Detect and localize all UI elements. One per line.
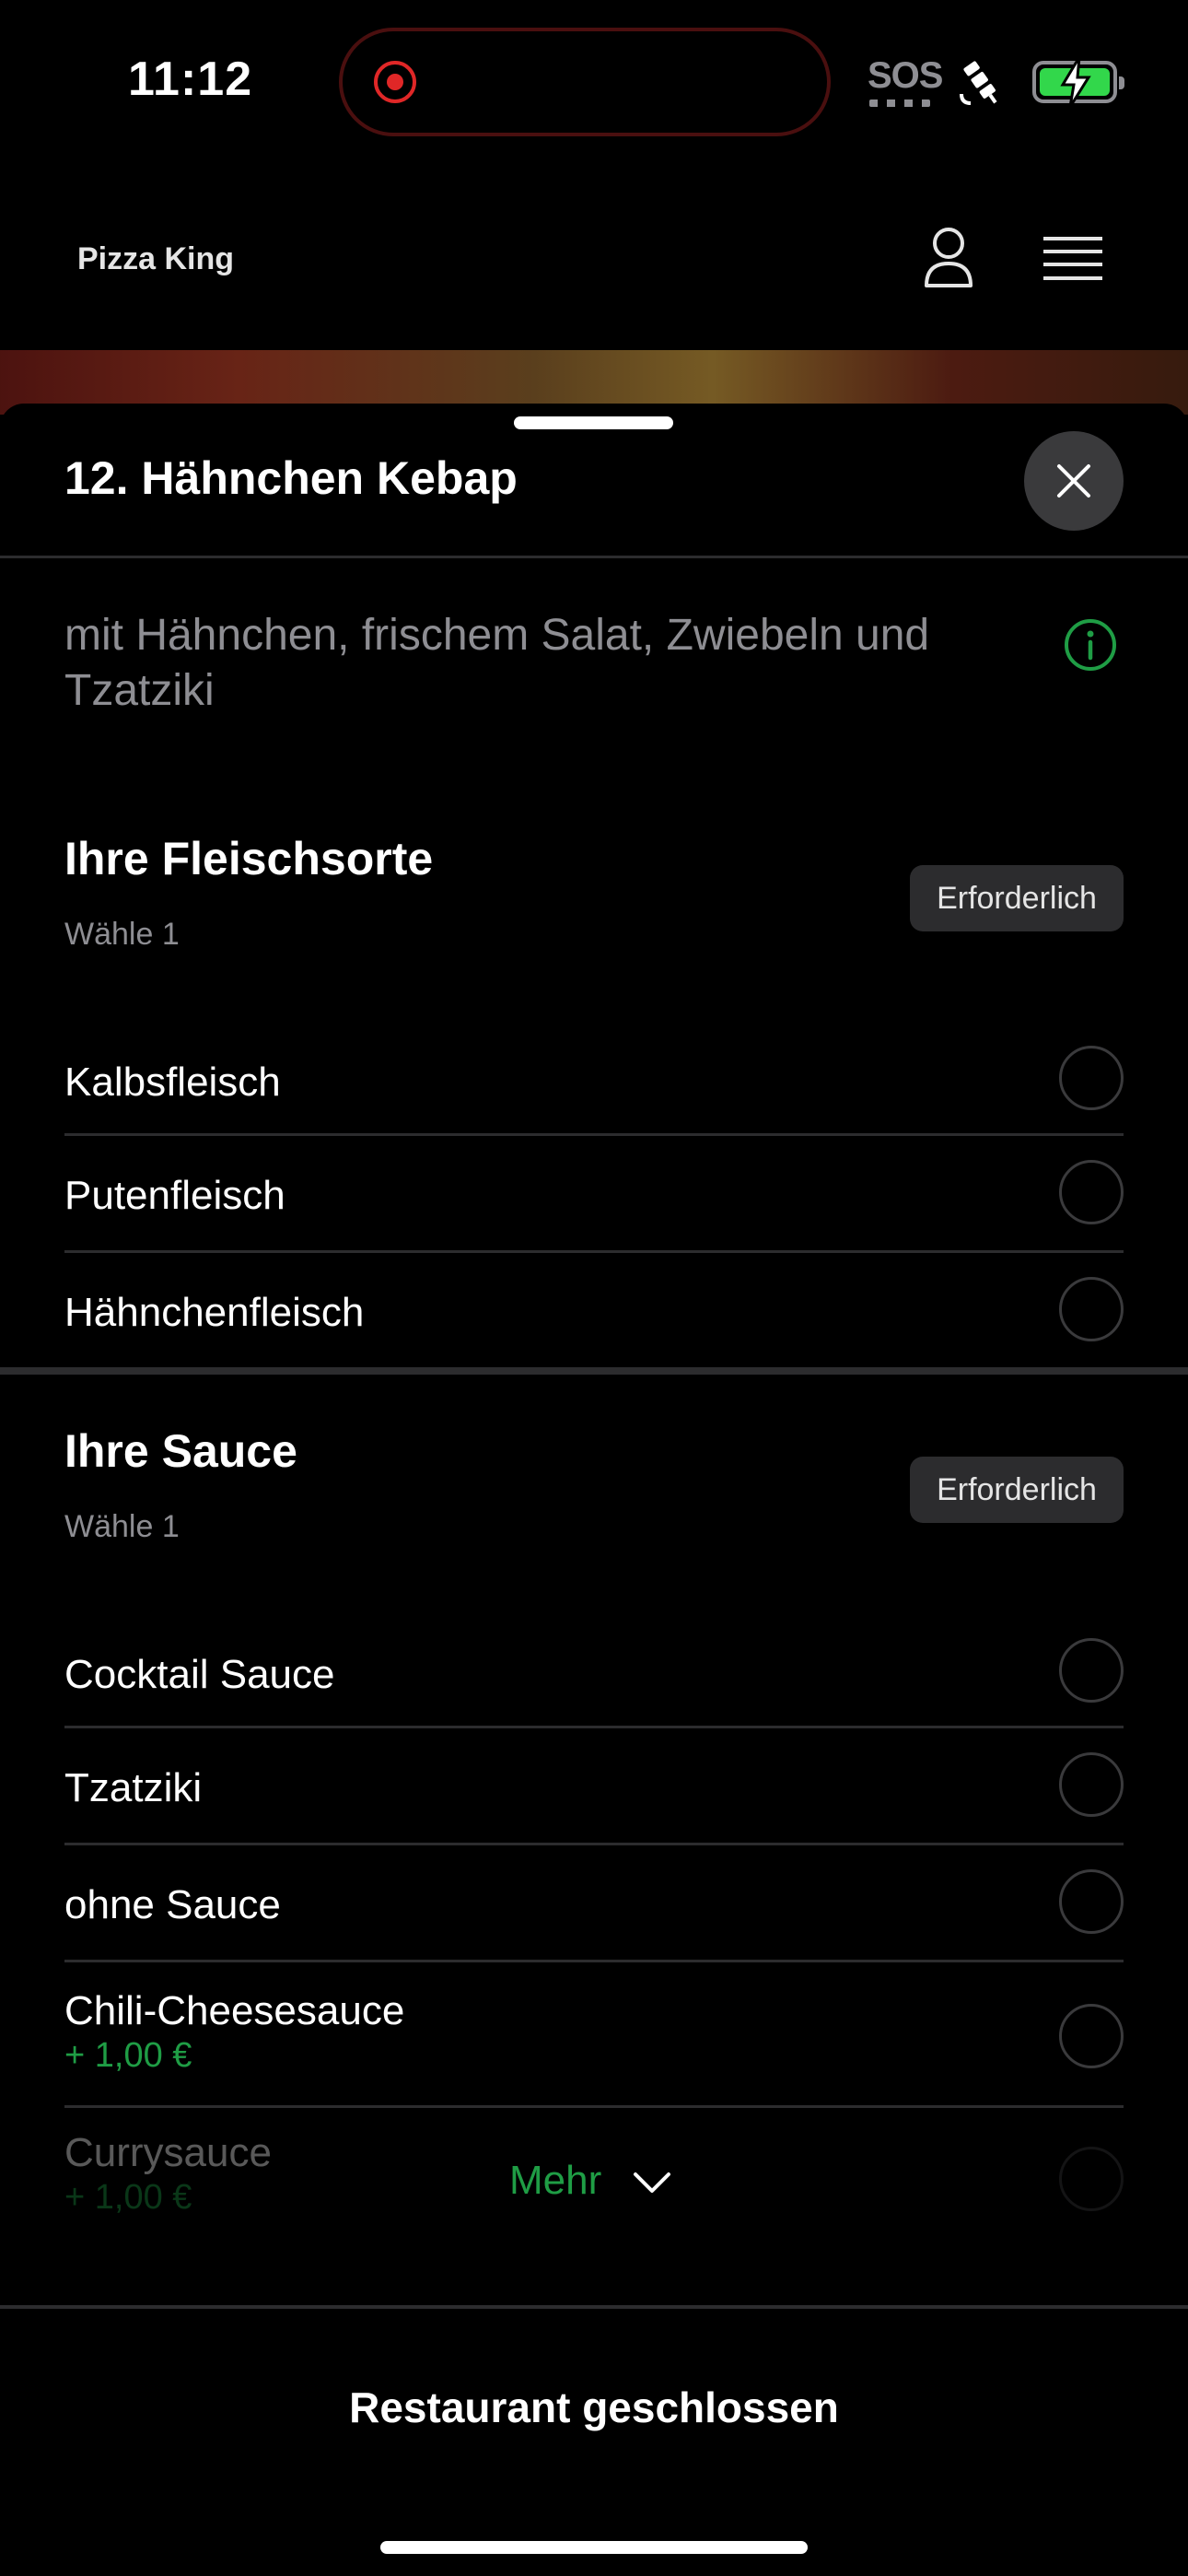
menu-icon[interactable] <box>1043 236 1102 282</box>
product-description: mit Hähnchen, frischem Salat, Zwiebeln u… <box>64 611 930 715</box>
radio-button[interactable] <box>1059 1752 1124 1817</box>
meat-group-title: Ihre Fleischsorte <box>64 833 434 884</box>
required-badge: Erforderlich <box>910 865 1124 931</box>
sauce-group-title: Ihre Sauce <box>64 1425 297 1477</box>
close-icon <box>1057 464 1090 498</box>
satellite-icon <box>960 61 997 105</box>
option-label: Hähnchenfleisch <box>64 1290 365 1335</box>
option-label: Putenfleisch <box>64 1173 285 1218</box>
app-header: Pizza King <box>0 166 1188 350</box>
radio-button[interactable] <box>1059 2147 1124 2211</box>
status-time: 11:12 <box>128 53 253 106</box>
more-label: Mehr <box>509 2158 602 2203</box>
sos-label: SOS <box>868 55 943 96</box>
option-price: + 1,00 € <box>64 2036 192 2075</box>
more-button[interactable]: Mehr <box>509 2150 693 2215</box>
section-divider <box>0 1367 1188 1375</box>
restaurant-closed-label: Restaurant geschlossen <box>349 2383 839 2431</box>
status-bar: 11:12 SOS <box>0 0 1188 166</box>
option-putenfleisch[interactable]: Putenfleisch <box>64 1136 1124 1253</box>
radio-button[interactable] <box>1059 1869 1124 1934</box>
sauce-group-subtitle: Wähle 1 <box>64 1509 180 1544</box>
option-haehnchenfleisch[interactable]: Hähnchenfleisch <box>64 1253 1124 1367</box>
option-label: Cocktail Sauce <box>64 1652 335 1697</box>
dynamic-island[interactable] <box>339 28 831 136</box>
radio-button[interactable] <box>1059 1638 1124 1703</box>
product-title: 12. Hähnchen Kebap <box>64 452 518 504</box>
radio-button[interactable] <box>1059 1160 1124 1224</box>
close-button[interactable] <box>1024 431 1124 531</box>
option-label: ohne Sauce <box>64 1882 281 1927</box>
required-badge: Erforderlich <box>910 1457 1124 1523</box>
user-icon[interactable] <box>921 225 976 289</box>
home-indicator[interactable] <box>380 2541 808 2554</box>
option-tzatziki[interactable]: Tzatziki <box>64 1728 1124 1845</box>
info-icon[interactable] <box>1063 617 1118 673</box>
option-label: Kalbsfleisch <box>64 1060 281 1105</box>
sheet-grabber[interactable] <box>514 416 673 429</box>
option-cocktail-sauce[interactable]: Cocktail Sauce <box>64 1611 1124 1728</box>
product-sheet: 12. Hähnchen Kebap mit Hähnchen, frische… <box>0 404 1188 2576</box>
footer-divider <box>0 2305 1188 2309</box>
radio-button[interactable] <box>1059 1046 1124 1110</box>
radio-button[interactable] <box>1059 2004 1124 2068</box>
chevron-down-icon <box>634 2172 670 2193</box>
option-label: Tzatziki <box>64 1765 203 1810</box>
option-price: + 1,00 € <box>64 2178 192 2217</box>
option-chili-cheesesauce[interactable]: Chili-Cheesesauce + 1,00 € <box>64 1962 1124 2108</box>
header-divider <box>0 556 1188 558</box>
bolt-icon <box>1060 56 1091 108</box>
restaurant-name[interactable]: Pizza King <box>77 241 234 277</box>
record-icon <box>374 61 416 103</box>
option-ohne-sauce[interactable]: ohne Sauce <box>64 1845 1124 1962</box>
option-kalbsfleisch[interactable]: Kalbsfleisch <box>64 1019 1124 1136</box>
radio-button[interactable] <box>1059 1277 1124 1341</box>
option-label: Chili-Cheesesauce <box>64 1988 405 2033</box>
option-label: Currysauce <box>64 2130 272 2175</box>
meat-group-subtitle: Wähle 1 <box>64 917 180 952</box>
sos-signal-dots <box>869 100 930 107</box>
